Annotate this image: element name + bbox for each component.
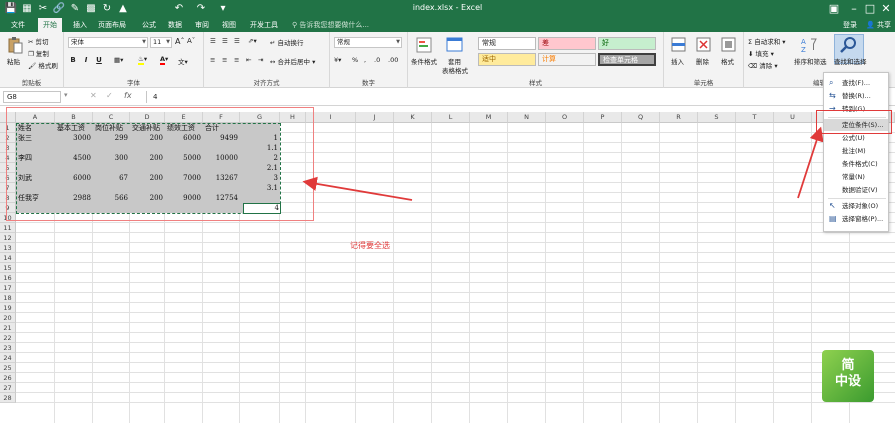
menu-item-label: 查找(F)...: [842, 79, 871, 87]
menu-item[interactable]: 常量(N): [824, 171, 888, 183]
arrow-to-table: [302, 176, 413, 201]
annotation-arrows: [302, 126, 824, 201]
annotation-note: 记得要全选: [350, 241, 390, 250]
logo-line1: 简: [841, 358, 855, 373]
menu-item-label: 批注(M): [842, 147, 866, 155]
menu-item[interactable]: 数据验证(V): [824, 184, 888, 196]
menu-item[interactable]: ⇆ 替换(R)...: [824, 90, 888, 102]
search-icon: ⌕: [829, 78, 834, 87]
menu-item[interactable]: ↖ 选择对象(O): [824, 200, 888, 212]
menu-item[interactable]: ▤ 选择窗格(P)...: [824, 213, 888, 225]
pointer-icon: ↖: [829, 201, 836, 210]
menu-item-label: 常量(N): [842, 173, 865, 181]
menu-item-label: 选择对象(O): [842, 202, 879, 210]
watermark-logo: 简 中设: [822, 350, 874, 402]
logo-line2: 中设: [834, 374, 861, 389]
menu-item[interactable]: ⌕ 查找(F)...: [824, 77, 888, 89]
replace-icon: ⇆: [829, 91, 836, 100]
find-select-menu: ⌕ 查找(F)... ⇆ 替换(R)... → 转到(G)... 定位条件(S)... 公式(…: [823, 72, 889, 232]
menu-item-label: 数据验证(V): [842, 186, 878, 194]
menu-item-label: 条件格式(C): [842, 160, 878, 168]
arrow-to-menu: [797, 126, 824, 199]
menu-item-label: 选择窗格(P)...: [842, 215, 884, 223]
menu-annotation-box: [816, 110, 892, 134]
pane-icon: ▤: [829, 214, 837, 223]
menu-item[interactable]: 条件格式(C): [824, 158, 888, 170]
menu-item-label: 公式(U): [842, 134, 865, 142]
menu-separator: [828, 198, 886, 199]
menu-item-label: 替换(R)...: [842, 92, 871, 100]
menu-item[interactable]: 批注(M): [824, 145, 888, 157]
